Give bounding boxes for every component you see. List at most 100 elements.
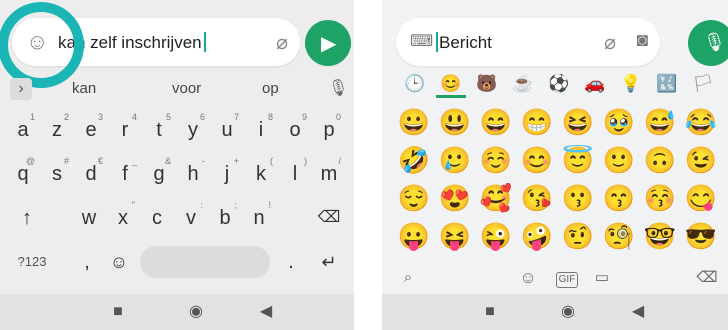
sticker-icon[interactable]: ▭ xyxy=(590,262,614,294)
emoji-item[interactable]: 😄 xyxy=(478,104,514,140)
keyboard-icon[interactable]: ⌨ xyxy=(410,31,433,51)
emoji-category-6[interactable]: 💡 xyxy=(616,70,646,98)
emoji-item[interactable]: 😌 xyxy=(396,180,432,216)
emoji-item[interactable]: 😆 xyxy=(560,104,596,140)
suggestion-1[interactable]: kan xyxy=(72,80,96,97)
attachment-icon[interactable]: ⌀ xyxy=(604,30,616,55)
emoji-item[interactable]: 🧐 xyxy=(601,218,637,254)
key-m[interactable]: m / xyxy=(312,152,346,196)
emoji-item[interactable]: 😝 xyxy=(437,218,473,254)
camera-icon[interactable]: ◙ xyxy=(637,30,648,52)
key-z[interactable]: z2 xyxy=(40,108,74,152)
emoji-item[interactable]: 😊 xyxy=(519,142,555,178)
emoji-item[interactable]: 😙 xyxy=(601,180,637,216)
back-button[interactable]: ◀ xyxy=(630,304,646,320)
emoji-item[interactable]: 😇 xyxy=(560,142,596,178)
emoji-item[interactable]: 🥰 xyxy=(478,180,514,216)
key-u[interactable]: u7 xyxy=(210,108,244,152)
emoji-item[interactable]: 🥲 xyxy=(437,142,473,178)
mic-icon[interactable]: 🎙 xyxy=(328,78,348,98)
emoji-item[interactable]: 😉 xyxy=(683,142,719,178)
key-r[interactable]: r4 xyxy=(108,108,142,152)
suggestion-3[interactable]: op xyxy=(262,80,279,97)
emoji-category-2[interactable]: 🐻 xyxy=(472,70,502,98)
back-button[interactable]: ◀ xyxy=(258,304,274,320)
emoji-category-4[interactable]: ⚽ xyxy=(544,70,574,98)
recent-apps-button[interactable]: ■ xyxy=(482,304,498,320)
emoji-item[interactable]: 😗 xyxy=(560,180,596,216)
enter-key[interactable]: ↵ xyxy=(312,240,346,284)
emoji-item[interactable]: 🤨 xyxy=(560,218,596,254)
key-q[interactable]: q @ xyxy=(6,152,40,196)
key-t[interactable]: t5 xyxy=(142,108,176,152)
key-f[interactable]: f _ xyxy=(108,152,142,196)
emoji-category-1[interactable]: 😊 xyxy=(436,70,466,98)
emoji-category-5[interactable]: 🚗 xyxy=(580,70,610,98)
key-j[interactable]: j + xyxy=(210,152,244,196)
send-button[interactable]: ▶ xyxy=(305,20,351,66)
key-x[interactable]: x " xyxy=(106,196,140,240)
key-l[interactable]: l) xyxy=(278,152,312,196)
key-w[interactable]: w xyxy=(72,196,106,240)
comma-key[interactable]: , xyxy=(70,240,104,284)
emoji-item[interactable]: ☺️ xyxy=(478,142,514,178)
backspace-key[interactable]: ⌫ xyxy=(694,262,720,294)
emoji-category-3[interactable]: ☕ xyxy=(508,70,538,98)
emoji-item[interactable]: 🥹 xyxy=(601,104,637,140)
message-input[interactable]: ⌨ Bericht ⌀ ◙ xyxy=(396,18,660,66)
key-p[interactable]: p0 xyxy=(312,108,346,152)
suggestion-bar: › kan voor op 🎙 xyxy=(0,72,354,106)
suggestion-2[interactable]: voor xyxy=(172,80,201,97)
emoji-item[interactable]: 🤓 xyxy=(642,218,678,254)
space-key[interactable] xyxy=(140,246,270,278)
emoji-item[interactable]: 🙃 xyxy=(642,142,678,178)
emoji-item[interactable]: 😛 xyxy=(396,218,432,254)
emoji-key[interactable]: ☺ xyxy=(102,240,136,284)
key-o[interactable]: o9 xyxy=(278,108,312,152)
emoji-category-0[interactable]: 🕒 xyxy=(400,70,430,98)
emoji-category-8[interactable]: 🏳 xyxy=(688,70,718,98)
attachment-icon[interactable]: ⌀ xyxy=(276,30,288,55)
period-key[interactable]: . xyxy=(274,240,308,284)
key-n[interactable]: n! xyxy=(242,196,276,240)
key-a[interactable]: a1 xyxy=(6,108,40,152)
key-i[interactable]: i8 xyxy=(244,108,278,152)
key-b[interactable]: b; xyxy=(208,196,242,240)
key-e[interactable]: e3 xyxy=(74,108,108,152)
expand-icon[interactable]: › xyxy=(10,78,32,100)
emoji-item[interactable]: 😅 xyxy=(642,104,678,140)
emoji-item[interactable]: 😋 xyxy=(683,180,719,216)
key-k[interactable]: k( xyxy=(244,152,278,196)
emoji-item[interactable]: 😎 xyxy=(683,218,719,254)
emoji-item[interactable]: 😂 xyxy=(683,104,719,140)
recent-apps-button[interactable]: ■ xyxy=(110,304,126,320)
key-v[interactable]: v: xyxy=(174,196,208,240)
emoji-item[interactable]: 😘 xyxy=(519,180,555,216)
key-h[interactable]: h- xyxy=(176,152,210,196)
search-icon[interactable]: ⌕ xyxy=(396,262,420,294)
shift-key[interactable]: ↑ xyxy=(10,196,44,240)
key-d[interactable]: d € xyxy=(74,152,108,196)
key-c[interactable]: c xyxy=(140,196,174,240)
voice-message-button[interactable]: 🎙 xyxy=(688,20,728,66)
emoji-category-7[interactable]: 🔣 xyxy=(652,70,682,98)
home-button[interactable]: ◉ xyxy=(188,304,204,320)
key-row-3: ↑ ⌫ w x " c v: b; n! xyxy=(0,196,354,240)
backspace-key[interactable]: ⌫ xyxy=(312,196,346,240)
emoji-item[interactable]: 😜 xyxy=(478,218,514,254)
emoji-item[interactable]: 😚 xyxy=(642,180,678,216)
numbers-key[interactable]: ?123 xyxy=(10,240,54,284)
home-button[interactable]: ◉ xyxy=(560,304,576,320)
emoji-tab-icon[interactable]: ☺ xyxy=(516,262,540,294)
emoji-item[interactable]: 😀 xyxy=(396,104,432,140)
key-s[interactable]: s # xyxy=(40,152,74,196)
emoji-item[interactable]: 🤪 xyxy=(519,218,555,254)
emoji-item[interactable]: 😁 xyxy=(519,104,555,140)
gif-tab[interactable]: GIF xyxy=(552,262,582,294)
emoji-item[interactable]: 😍 xyxy=(437,180,473,216)
key-g[interactable]: g & xyxy=(142,152,176,196)
emoji-item[interactable]: 🙂 xyxy=(601,142,637,178)
key-y[interactable]: y6 xyxy=(176,108,210,152)
emoji-item[interactable]: 🤣 xyxy=(396,142,432,178)
emoji-item[interactable]: 😃 xyxy=(437,104,473,140)
